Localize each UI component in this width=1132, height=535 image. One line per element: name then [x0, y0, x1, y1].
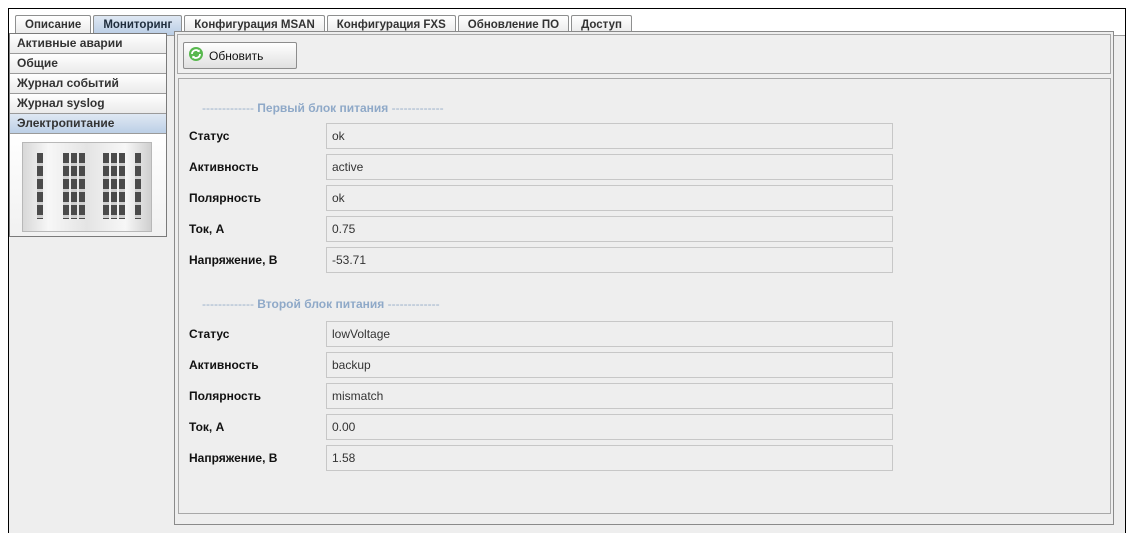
title-dashes-right: -------------	[391, 101, 444, 115]
field-label: Статус	[189, 327, 230, 341]
field-label: Активность	[189, 160, 259, 174]
device-rack-illustration	[22, 142, 152, 232]
polarity-field[interactable]: ok	[326, 185, 893, 211]
section-title-psu1: ------------- Первый блок питания ------…	[202, 99, 444, 117]
side-tab-general[interactable]: Общие	[10, 54, 166, 74]
activity-field[interactable]: backup	[326, 352, 893, 378]
refresh-button[interactable]: Обновить	[183, 42, 297, 69]
polarity-field[interactable]: mismatch	[326, 383, 893, 409]
power-panel: Обновить ------------- Первый блок питан…	[174, 31, 1114, 525]
power-content: ------------- Первый блок питания ------…	[178, 78, 1111, 514]
title-dashes-right: -------------	[387, 297, 440, 311]
title-dashes-left: -------------	[202, 101, 254, 115]
field-label: Полярность	[189, 389, 261, 403]
field-row: Статус lowVoltage	[179, 321, 1110, 347]
field-label: Активность	[189, 358, 259, 372]
device-image	[10, 134, 166, 236]
tab-description[interactable]: Описание	[15, 15, 92, 34]
field-row: Ток, А 0.00	[179, 414, 1110, 440]
side-tab-event-log[interactable]: Журнал событий	[10, 74, 166, 94]
field-label: Ток, А	[189, 222, 225, 236]
status-field[interactable]: ok	[326, 123, 893, 149]
field-row: Активность active	[179, 154, 1110, 180]
field-row: Полярность ok	[179, 185, 1110, 211]
refresh-button-label: Обновить	[209, 48, 264, 63]
current-field[interactable]: 0.00	[326, 414, 893, 440]
activity-field[interactable]: active	[326, 154, 893, 180]
field-row: Напряжение, В -53.71	[179, 247, 1110, 273]
field-label: Напряжение, В	[189, 451, 278, 465]
field-label: Напряжение, В	[189, 253, 278, 267]
field-label: Ток, А	[189, 420, 225, 434]
side-tabs: Активные аварии Общие Журнал событий Жур…	[9, 33, 167, 237]
field-row: Ток, А 0.75	[179, 216, 1110, 242]
title-dashes-left: -------------	[202, 297, 254, 311]
section-title-text: Первый блок питания	[257, 101, 389, 115]
toolbar: Обновить	[177, 34, 1111, 74]
refresh-icon	[188, 46, 204, 65]
status-field[interactable]: lowVoltage	[326, 321, 893, 347]
section-title-psu2: ------------- Второй блок питания ------…	[202, 295, 440, 313]
side-tab-syslog[interactable]: Журнал syslog	[10, 94, 166, 114]
tab-monitoring[interactable]: Мониторинг	[93, 15, 183, 35]
voltage-field[interactable]: -53.71	[326, 247, 893, 273]
field-label: Полярность	[189, 191, 261, 205]
field-row: Активность backup	[179, 352, 1110, 378]
field-row: Статус ok	[179, 123, 1110, 149]
side-tab-power[interactable]: Электропитание	[10, 114, 166, 134]
field-label: Статус	[189, 129, 230, 143]
field-row: Полярность mismatch	[179, 383, 1110, 409]
section-title-text: Второй блок питания	[257, 297, 385, 311]
current-field[interactable]: 0.75	[326, 216, 893, 242]
voltage-field[interactable]: 1.58	[326, 445, 893, 471]
side-tab-active-alarms[interactable]: Активные аварии	[10, 34, 166, 54]
field-row: Напряжение, В 1.58	[179, 445, 1110, 471]
